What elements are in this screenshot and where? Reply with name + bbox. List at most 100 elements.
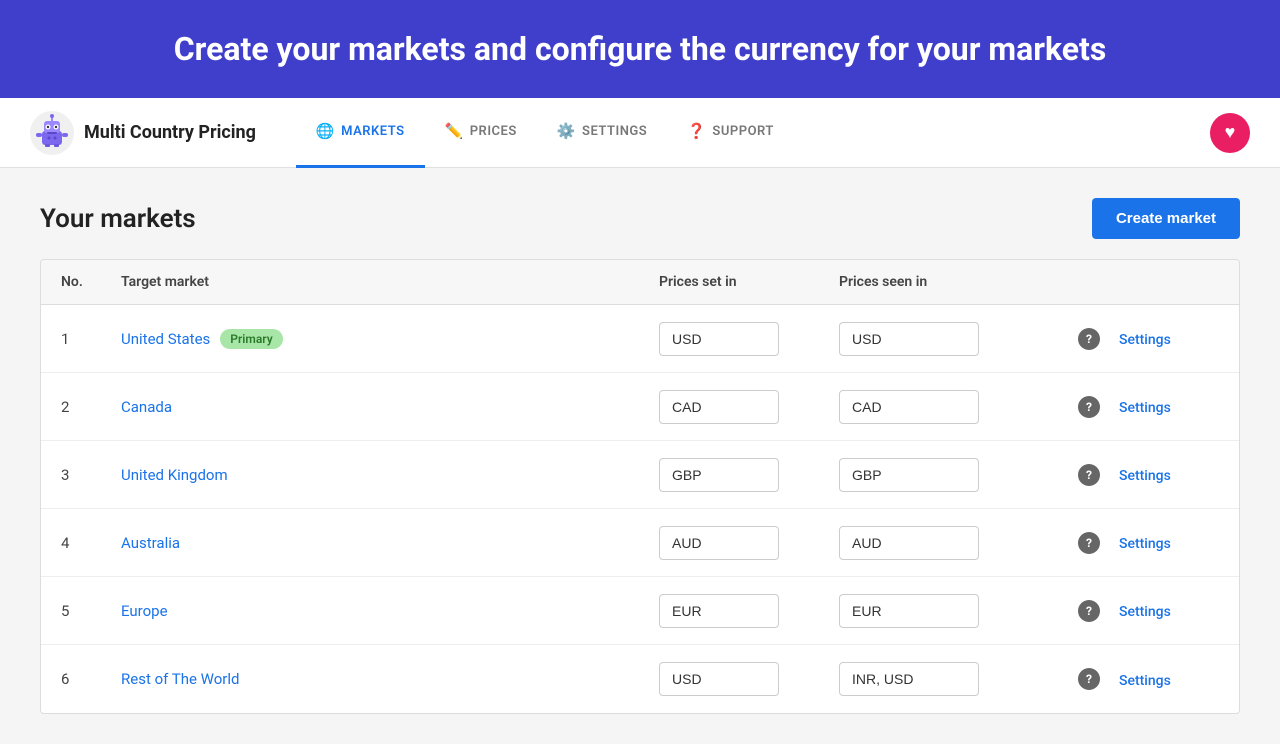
settings-link[interactable]: Settings	[1119, 604, 1171, 620]
row-number: 5	[61, 602, 121, 620]
prices-set-input[interactable]	[659, 390, 779, 424]
prices-seen-input[interactable]	[839, 458, 979, 492]
settings-link[interactable]: Settings	[1119, 400, 1171, 416]
row-settings: Settings	[1119, 670, 1219, 689]
tab-markets-label: MARKETS	[341, 124, 404, 139]
row-number: 1	[61, 330, 121, 348]
row-market-name[interactable]: Europe	[121, 602, 659, 620]
app-title: Multi Country Pricing	[84, 122, 256, 143]
row-settings: Settings	[1119, 329, 1219, 348]
row-help: ?	[1059, 532, 1119, 554]
prices-set-input[interactable]	[659, 526, 779, 560]
main-content: Your markets Create market No. Target ma…	[0, 168, 1280, 744]
heart-button[interactable]: ♥	[1210, 113, 1250, 153]
row-number: 3	[61, 466, 121, 484]
row-prices-seen	[839, 458, 1059, 492]
table-row: 1 United States Primary ? Settings	[41, 305, 1239, 373]
row-prices-seen	[839, 662, 1059, 696]
help-icon[interactable]: ?	[1078, 600, 1100, 622]
app-logo: Multi Country Pricing	[30, 111, 256, 155]
nav-tabs: 🌐 MARKETS ✏️ PRICES ⚙️ SETTINGS ❓ SUPPOR…	[296, 98, 794, 167]
heart-icon: ♥	[1225, 122, 1236, 143]
markets-title: Your markets	[40, 204, 196, 234]
app-header: Multi Country Pricing 🌐 MARKETS ✏️ PRICE…	[0, 98, 1280, 168]
row-settings: Settings	[1119, 465, 1219, 484]
col-no: No.	[61, 274, 121, 290]
row-help: ?	[1059, 464, 1119, 486]
tab-support[interactable]: ❓ SUPPORT	[667, 98, 794, 168]
row-prices-set	[659, 458, 839, 492]
prices-set-input[interactable]	[659, 662, 779, 696]
row-settings: Settings	[1119, 533, 1219, 552]
row-market-name[interactable]: Rest of The World	[121, 670, 659, 688]
tab-support-label: SUPPORT	[712, 124, 773, 139]
row-prices-set	[659, 390, 839, 424]
row-help: ?	[1059, 668, 1119, 690]
app-logo-icon	[30, 111, 74, 155]
row-number: 4	[61, 534, 121, 552]
row-prices-set	[659, 594, 839, 628]
question-icon: ❓	[687, 122, 706, 140]
row-settings: Settings	[1119, 397, 1219, 416]
help-icon[interactable]: ?	[1078, 396, 1100, 418]
row-market-name[interactable]: United Kingdom	[121, 466, 659, 484]
row-prices-seen	[839, 594, 1059, 628]
hero-banner: Create your markets and configure the cu…	[0, 0, 1280, 98]
markets-header: Your markets Create market	[40, 198, 1240, 239]
table-row: 3 United Kingdom ? Settings	[41, 441, 1239, 509]
tab-markets[interactable]: 🌐 MARKETS	[296, 98, 425, 168]
create-market-button[interactable]: Create market	[1092, 198, 1240, 239]
row-prices-set	[659, 322, 839, 356]
row-help: ?	[1059, 396, 1119, 418]
help-icon[interactable]: ?	[1078, 328, 1100, 350]
col-target-market: Target market	[121, 274, 659, 290]
table-row: 4 Australia ? Settings	[41, 509, 1239, 577]
prices-seen-input[interactable]	[839, 526, 979, 560]
tab-settings[interactable]: ⚙️ SETTINGS	[537, 98, 667, 168]
hero-title: Create your markets and configure the cu…	[40, 30, 1240, 68]
prices-set-input[interactable]	[659, 458, 779, 492]
prices-seen-input[interactable]	[839, 594, 979, 628]
row-prices-set	[659, 526, 839, 560]
gear-icon: ⚙️	[557, 122, 576, 140]
col-prices-set: Prices set in	[659, 274, 839, 290]
prices-seen-input[interactable]	[839, 662, 979, 696]
prices-set-input[interactable]	[659, 322, 779, 356]
settings-link[interactable]: Settings	[1119, 536, 1171, 552]
prices-seen-input[interactable]	[839, 322, 979, 356]
help-icon[interactable]: ?	[1078, 464, 1100, 486]
col-actions	[1119, 274, 1219, 290]
row-prices-seen	[839, 526, 1059, 560]
help-icon[interactable]: ?	[1078, 668, 1100, 690]
row-number: 2	[61, 398, 121, 416]
row-settings: Settings	[1119, 601, 1219, 620]
tab-prices-label: PRICES	[470, 124, 517, 139]
row-number: 6	[61, 670, 121, 688]
help-icon[interactable]: ?	[1078, 532, 1100, 554]
row-market-name[interactable]: Australia	[121, 534, 659, 552]
settings-link[interactable]: Settings	[1119, 468, 1171, 484]
table-header: No. Target market Prices set in Prices s…	[41, 260, 1239, 305]
tab-prices[interactable]: ✏️ PRICES	[425, 98, 537, 168]
row-help: ?	[1059, 600, 1119, 622]
primary-badge: Primary	[220, 329, 282, 349]
row-help: ?	[1059, 328, 1119, 350]
row-market-name[interactable]: Canada	[121, 398, 659, 416]
table-body: 1 United States Primary ? Settings 2 Can…	[41, 305, 1239, 713]
row-prices-seen	[839, 390, 1059, 424]
row-prices-seen	[839, 322, 1059, 356]
prices-set-input[interactable]	[659, 594, 779, 628]
row-prices-set	[659, 662, 839, 696]
table-row: 2 Canada ? Settings	[41, 373, 1239, 441]
table-row: 6 Rest of The World ? Settings	[41, 645, 1239, 713]
col-prices-seen: Prices seen in	[839, 274, 1059, 290]
col-help	[1059, 274, 1119, 290]
pencil-icon: ✏️	[445, 122, 464, 140]
globe-icon: 🌐	[316, 122, 335, 140]
settings-link[interactable]: Settings	[1119, 332, 1171, 348]
table-row: 5 Europe ? Settings	[41, 577, 1239, 645]
markets-table: No. Target market Prices set in Prices s…	[40, 259, 1240, 714]
settings-link[interactable]: Settings	[1119, 673, 1171, 689]
row-market-name[interactable]: United States Primary	[121, 329, 659, 349]
prices-seen-input[interactable]	[839, 390, 979, 424]
